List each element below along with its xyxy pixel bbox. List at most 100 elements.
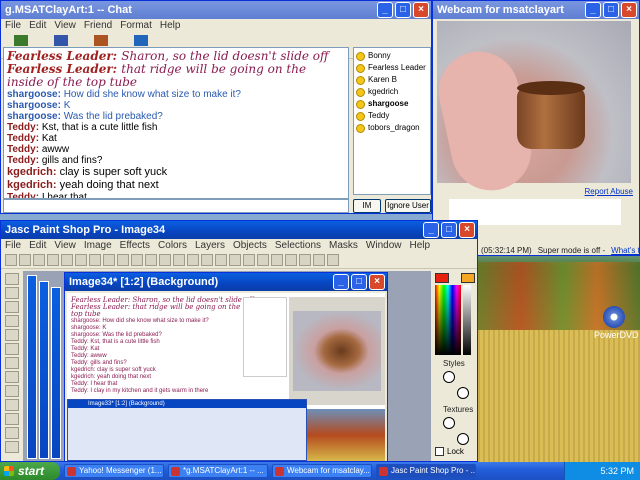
minimize-icon[interactable]: _: [377, 2, 393, 18]
taskbar-button[interactable]: *g.MSATClayArt:1 -- ...: [168, 464, 268, 478]
close-icon[interactable]: ×: [459, 222, 475, 238]
tool-icon[interactable]: [5, 413, 19, 425]
tool-icon[interactable]: [5, 399, 19, 411]
buddy-item[interactable]: shargoose: [356, 98, 428, 110]
buddy-list[interactable]: Bonny Fearless Leader Karen B kgedrich sharg…: [353, 47, 431, 195]
ignore-user-button[interactable]: Ignore User: [385, 199, 431, 213]
toolbar-tool-icon[interactable]: [271, 254, 283, 266]
tool-icon[interactable]: [5, 273, 19, 285]
buddy-item[interactable]: Karen B: [356, 74, 428, 86]
toolbar-tool-icon[interactable]: [61, 254, 73, 266]
cascaded-window[interactable]: [39, 281, 49, 459]
minimize-icon[interactable]: _: [585, 2, 601, 18]
whats-this-link[interactable]: What's this?: [611, 245, 640, 257]
toolbar-tool-icon[interactable]: [215, 254, 227, 266]
menu-item-file[interactable]: File: [5, 19, 21, 33]
menu-item-colors[interactable]: Colors: [158, 239, 187, 253]
toolbar-tool-icon[interactable]: [285, 254, 297, 266]
image34-canvas[interactable]: Fearless Leader: Sharon, so the lid does…: [67, 293, 385, 461]
tool-icon[interactable]: [5, 343, 19, 355]
toolbar-tool-icon[interactable]: [5, 254, 17, 266]
minimize-icon[interactable]: _: [333, 274, 349, 290]
taskbar-button[interactable]: Jasc Paint Shop Pro - ...: [376, 464, 476, 478]
tool-icon[interactable]: [5, 385, 19, 397]
toolbar-tool-icon[interactable]: [117, 254, 129, 266]
buddy-item[interactable]: Teddy: [356, 110, 428, 122]
tool-icon[interactable]: [5, 301, 19, 313]
menu-item-selections[interactable]: Selections: [275, 239, 321, 253]
menu-item-effects[interactable]: Effects: [120, 239, 150, 253]
report-abuse-link[interactable]: Report Abuse: [585, 187, 633, 196]
menu-item-friend[interactable]: Friend: [84, 19, 112, 33]
menu-item-window[interactable]: Window: [366, 239, 402, 253]
background-swatch[interactable]: [461, 273, 475, 283]
tool-icon[interactable]: [5, 287, 19, 299]
image34-titlebar[interactable]: Image34* [1:2] (Background) _ □ ×: [65, 273, 387, 291]
toolbar-tool-icon[interactable]: [243, 254, 255, 266]
toolbar-tool-icon[interactable]: [229, 254, 241, 266]
taskbar-button[interactable]: Webcam for msatclay...: [272, 464, 372, 478]
toolbar-tool-icon[interactable]: [19, 254, 31, 266]
message-input[interactable]: [3, 199, 349, 213]
texture-swatch[interactable]: [457, 433, 469, 445]
menu-item-view[interactable]: View: [54, 239, 76, 253]
menu-item-edit[interactable]: Edit: [29, 19, 46, 33]
toolbar-tool-icon[interactable]: [75, 254, 87, 266]
toolbar-tool-icon[interactable]: [103, 254, 115, 266]
close-icon[interactable]: ×: [413, 2, 429, 18]
lock-checkbox[interactable]: [435, 447, 444, 456]
menu-item-view[interactable]: View: [54, 19, 76, 33]
toolbar-tool-icon[interactable]: [257, 254, 269, 266]
menu-item-help[interactable]: Help: [410, 239, 431, 253]
webcam-titlebar[interactable]: Webcam for msatclayart _ □ ×: [433, 1, 639, 19]
maximize-icon[interactable]: □: [351, 274, 367, 290]
buddy-item[interactable]: tobors_dragon: [356, 122, 428, 134]
desktop-icon-powerdvd[interactable]: PowerDVD: [594, 306, 639, 340]
maximize-icon[interactable]: □: [441, 222, 457, 238]
psp-color-palette[interactable]: Styles Textures Lock: [433, 271, 477, 461]
im-button[interactable]: IM: [353, 199, 381, 213]
color-spectrum[interactable]: [435, 285, 461, 355]
lock-toggle[interactable]: Lock: [435, 447, 464, 456]
chat-log[interactable]: Fearless Leader: Sharon, so the lid does…: [3, 47, 349, 199]
style-swatch[interactable]: [457, 387, 469, 399]
minimize-icon[interactable]: _: [423, 222, 439, 238]
toolbar-tool-icon[interactable]: [173, 254, 185, 266]
buddy-item[interactable]: Bonny: [356, 50, 428, 62]
menu-item-image[interactable]: Image: [84, 239, 112, 253]
toolbar-tool-icon[interactable]: [159, 254, 171, 266]
tool-icon[interactable]: [5, 427, 19, 439]
tool-icon[interactable]: [5, 329, 19, 341]
buddy-item[interactable]: kgedrich: [356, 86, 428, 98]
texture-swatch[interactable]: [443, 417, 455, 429]
tool-icon[interactable]: [5, 315, 19, 327]
toolbar-tool-icon[interactable]: [201, 254, 213, 266]
cascaded-window[interactable]: [51, 287, 61, 459]
toolbar-tool-icon[interactable]: [327, 254, 339, 266]
tool-icon[interactable]: [5, 357, 19, 369]
menu-item-layers[interactable]: Layers: [195, 239, 225, 253]
tool-icon[interactable]: [5, 441, 19, 453]
chat-titlebar[interactable]: g.MSATClayArt:1 -- Chat _ □ ×: [1, 1, 431, 19]
toolbar-tool-icon[interactable]: [89, 254, 101, 266]
maximize-icon[interactable]: □: [395, 2, 411, 18]
toolbar-tool-icon[interactable]: [131, 254, 143, 266]
lightness-bar[interactable]: [463, 285, 471, 355]
toolbar-tool-icon[interactable]: [145, 254, 157, 266]
style-swatch[interactable]: [443, 371, 455, 383]
toolbar-tool-icon[interactable]: [299, 254, 311, 266]
taskbar-button[interactable]: Yahoo! Messenger (1...: [64, 464, 164, 478]
cascaded-window[interactable]: [27, 275, 37, 459]
menu-item-help[interactable]: Help: [160, 19, 181, 33]
menu-item-file[interactable]: File: [5, 239, 21, 253]
tool-icon[interactable]: [5, 371, 19, 383]
toolbar-tool-icon[interactable]: [187, 254, 199, 266]
toolbar-tool-icon[interactable]: [47, 254, 59, 266]
start-button[interactable]: start: [0, 462, 60, 480]
psp-titlebar[interactable]: Jasc Paint Shop Pro - Image34 _ □ ×: [1, 221, 477, 239]
foreground-swatch[interactable]: [435, 273, 449, 283]
clock[interactable]: 5:32 PM: [600, 466, 634, 476]
menu-item-masks[interactable]: Masks: [329, 239, 358, 253]
menu-item-format[interactable]: Format: [120, 19, 152, 33]
toolbar-tool-icon[interactable]: [313, 254, 325, 266]
